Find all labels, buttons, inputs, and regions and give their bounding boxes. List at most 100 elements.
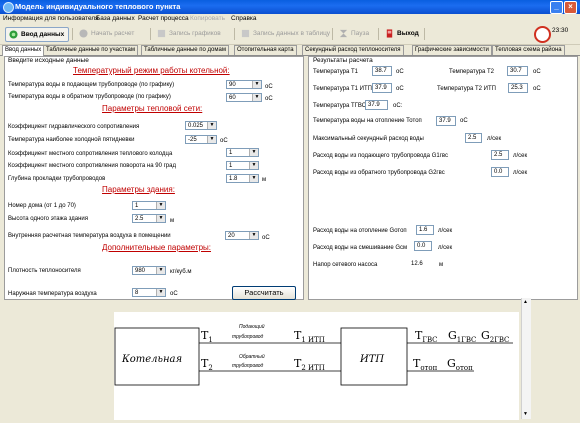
supply-temp-select[interactable]: 90 ▼ xyxy=(226,80,262,89)
tab-strip: Ввод данных Табличные данные по участкам… xyxy=(0,45,580,56)
menu-calc[interactable]: Расчет процесса xyxy=(138,15,189,22)
menu-database[interactable]: База данных xyxy=(96,15,135,22)
max-flow-unit: л/сек xyxy=(487,136,502,142)
house-no-label: Номер дома (от 1 до 70) xyxy=(8,203,76,209)
totop-label: Температура воды на отопление Тотоп xyxy=(313,118,422,124)
menu-bar: Информация для пользователя База данных … xyxy=(0,14,580,24)
start-calc-button[interactable]: Начать расчет xyxy=(76,27,134,40)
tab-graphs[interactable]: Графические зависимости xyxy=(412,45,492,55)
input-header: Введите исходные данные xyxy=(8,57,89,64)
max-flow-value: 2.5 xyxy=(465,133,482,143)
tab-second-flow[interactable]: Секундный расход теплоносителя xyxy=(302,45,404,55)
local-res-turn-select[interactable]: 1 ▼ xyxy=(226,161,259,170)
vertical-scrollbar[interactable]: ▲ ▼ xyxy=(521,298,531,419)
floor-height-select[interactable]: 2.5 ▼ xyxy=(132,214,166,223)
menu-info[interactable]: Информация для пользователя xyxy=(3,15,99,22)
floor-height-unit: м xyxy=(170,218,175,224)
outer-temp-value: 8 xyxy=(135,290,139,296)
return-temp-select[interactable]: 60 ▼ xyxy=(226,93,262,102)
chevron-down-icon[interactable]: ▼ xyxy=(252,94,261,101)
input-data-button[interactable]: Ввод данных xyxy=(5,27,70,42)
pause-button[interactable]: Пауза xyxy=(336,27,369,40)
inner-temp-select[interactable]: 20 ▼ xyxy=(225,231,259,240)
head-label: Напор сетевого насоса xyxy=(313,262,378,268)
section-extra: Дополнительные параметры: xyxy=(102,243,211,252)
hydr-coef-select[interactable]: 0.025 ▼ xyxy=(185,121,217,130)
scroll-up-icon[interactable]: ▲ xyxy=(523,299,528,305)
heat-scheme-diagram: Котельная ИТП T1 T2 Подающий трубопровод… xyxy=(114,312,519,420)
t1-label: Температура Т1 xyxy=(313,69,359,75)
totop-unit: oC xyxy=(460,118,468,124)
tgvs-unit: oC: xyxy=(393,103,403,109)
hydr-coef-label: Коэффициент гидравлического сопротивлени… xyxy=(8,124,140,130)
input-data-icon xyxy=(9,30,18,39)
house-no-select[interactable]: 1 ▼ xyxy=(132,201,166,210)
t1-unit: oC xyxy=(396,69,404,75)
totop-value: 37.9 xyxy=(436,116,456,126)
chevron-down-icon[interactable]: ▼ xyxy=(156,215,165,222)
chevron-down-icon[interactable]: ▼ xyxy=(207,136,216,143)
chevron-down-icon[interactable]: ▼ xyxy=(249,232,258,239)
supply-pipe-label-1: Подающий xyxy=(239,323,265,330)
outer-temp-unit: oC xyxy=(170,291,178,297)
floor-height-value: 2.5 xyxy=(135,216,144,222)
density-value: 980 xyxy=(135,268,146,274)
chevron-down-icon[interactable]: ▼ xyxy=(156,202,165,209)
exit-button[interactable]: Выход xyxy=(382,27,419,40)
save-table-label: Запись данных в таблицу xyxy=(253,30,331,37)
gotop-value: 1.6 xyxy=(416,225,434,235)
tab-heating-map[interactable]: Отопительная карта xyxy=(234,45,297,55)
tab-houses-table[interactable]: Табличные данные по домам xyxy=(141,45,229,55)
tab-input-data[interactable]: Ввод данных xyxy=(2,45,45,56)
g2-unit: л/сек xyxy=(513,170,528,176)
supply-temp-value: 90 xyxy=(229,82,236,88)
depth-label: Глубина прокладки трубопроводов xyxy=(8,176,106,182)
t2itp-value: 25.3 xyxy=(508,83,528,93)
save-table-button[interactable]: Запись данных в таблицу xyxy=(238,27,330,40)
inner-temp-value: 20 xyxy=(228,233,235,239)
results-header: Результаты расчета xyxy=(313,57,373,64)
t2-value: 30.7 xyxy=(507,66,528,76)
g1-label: Расход воды из подающего трубопровода G1… xyxy=(313,153,449,159)
t1-value: 38.7 xyxy=(372,66,392,76)
cold-5day-select[interactable]: -25 ▼ xyxy=(185,135,217,144)
chevron-down-icon[interactable]: ▼ xyxy=(249,175,258,182)
t1itp-value: 37.9 xyxy=(372,83,392,93)
minimize-button[interactable]: _ xyxy=(550,1,563,14)
chevron-down-icon[interactable]: ▼ xyxy=(156,289,165,296)
scroll-down-icon[interactable]: ▼ xyxy=(523,411,528,417)
chevron-down-icon[interactable]: ▼ xyxy=(207,122,216,129)
t2itp-label: Температура Т2 ИТП xyxy=(437,86,496,92)
cold-5day-label: Температура наиболее холодной пятидневки xyxy=(8,137,135,143)
cold-5day-value: -25 xyxy=(188,137,197,143)
depth-select[interactable]: 1.8 ▼ xyxy=(226,174,259,183)
chevron-down-icon[interactable]: ▼ xyxy=(249,162,258,169)
density-select[interactable]: 980 ▼ xyxy=(132,266,166,275)
gsm-value: 0.0 xyxy=(414,241,432,251)
depth-value: 1.8 xyxy=(229,176,238,182)
inner-temp-label: Внутренняя расчетная температура воздуха… xyxy=(8,233,171,239)
pause-label: Пауза xyxy=(351,30,370,37)
menu-copy[interactable]: Копировать xyxy=(190,15,225,22)
section-temp-mode: Температурный режим работы котельной: xyxy=(73,66,230,75)
t1itp-label: Температура Т1 ИТП xyxy=(313,86,372,92)
window-title: Модель индивидуального теплового пункта xyxy=(15,2,181,11)
return-pipe-label-1: Обратный xyxy=(239,353,265,360)
calculate-button[interactable]: Рассчитать xyxy=(232,286,296,300)
outer-temp-label: Наружная температура воздуха xyxy=(8,291,97,297)
table-icon xyxy=(241,29,250,38)
save-graphs-button[interactable]: Запись графиков xyxy=(154,27,221,40)
start-calc-label: Начать расчет xyxy=(91,30,135,37)
chevron-down-icon[interactable]: ▼ xyxy=(249,149,258,156)
gotop-label: Расход воды на отопление Gотоп xyxy=(313,228,407,234)
clock-icon xyxy=(534,26,551,43)
tab-sections-table[interactable]: Табличные данные по участкам xyxy=(43,45,138,55)
tab-thermal-scheme[interactable]: Тепловая схема района xyxy=(492,45,565,55)
chevron-down-icon[interactable]: ▼ xyxy=(156,267,165,274)
menu-help[interactable]: Справка xyxy=(231,15,257,22)
supply-temp-unit: oC xyxy=(265,84,273,90)
close-button[interactable]: × xyxy=(564,1,577,14)
local-res-well-select[interactable]: 1 ▼ xyxy=(226,148,259,157)
outer-temp-select[interactable]: 8 ▼ xyxy=(132,288,166,297)
chevron-down-icon[interactable]: ▼ xyxy=(252,81,261,88)
